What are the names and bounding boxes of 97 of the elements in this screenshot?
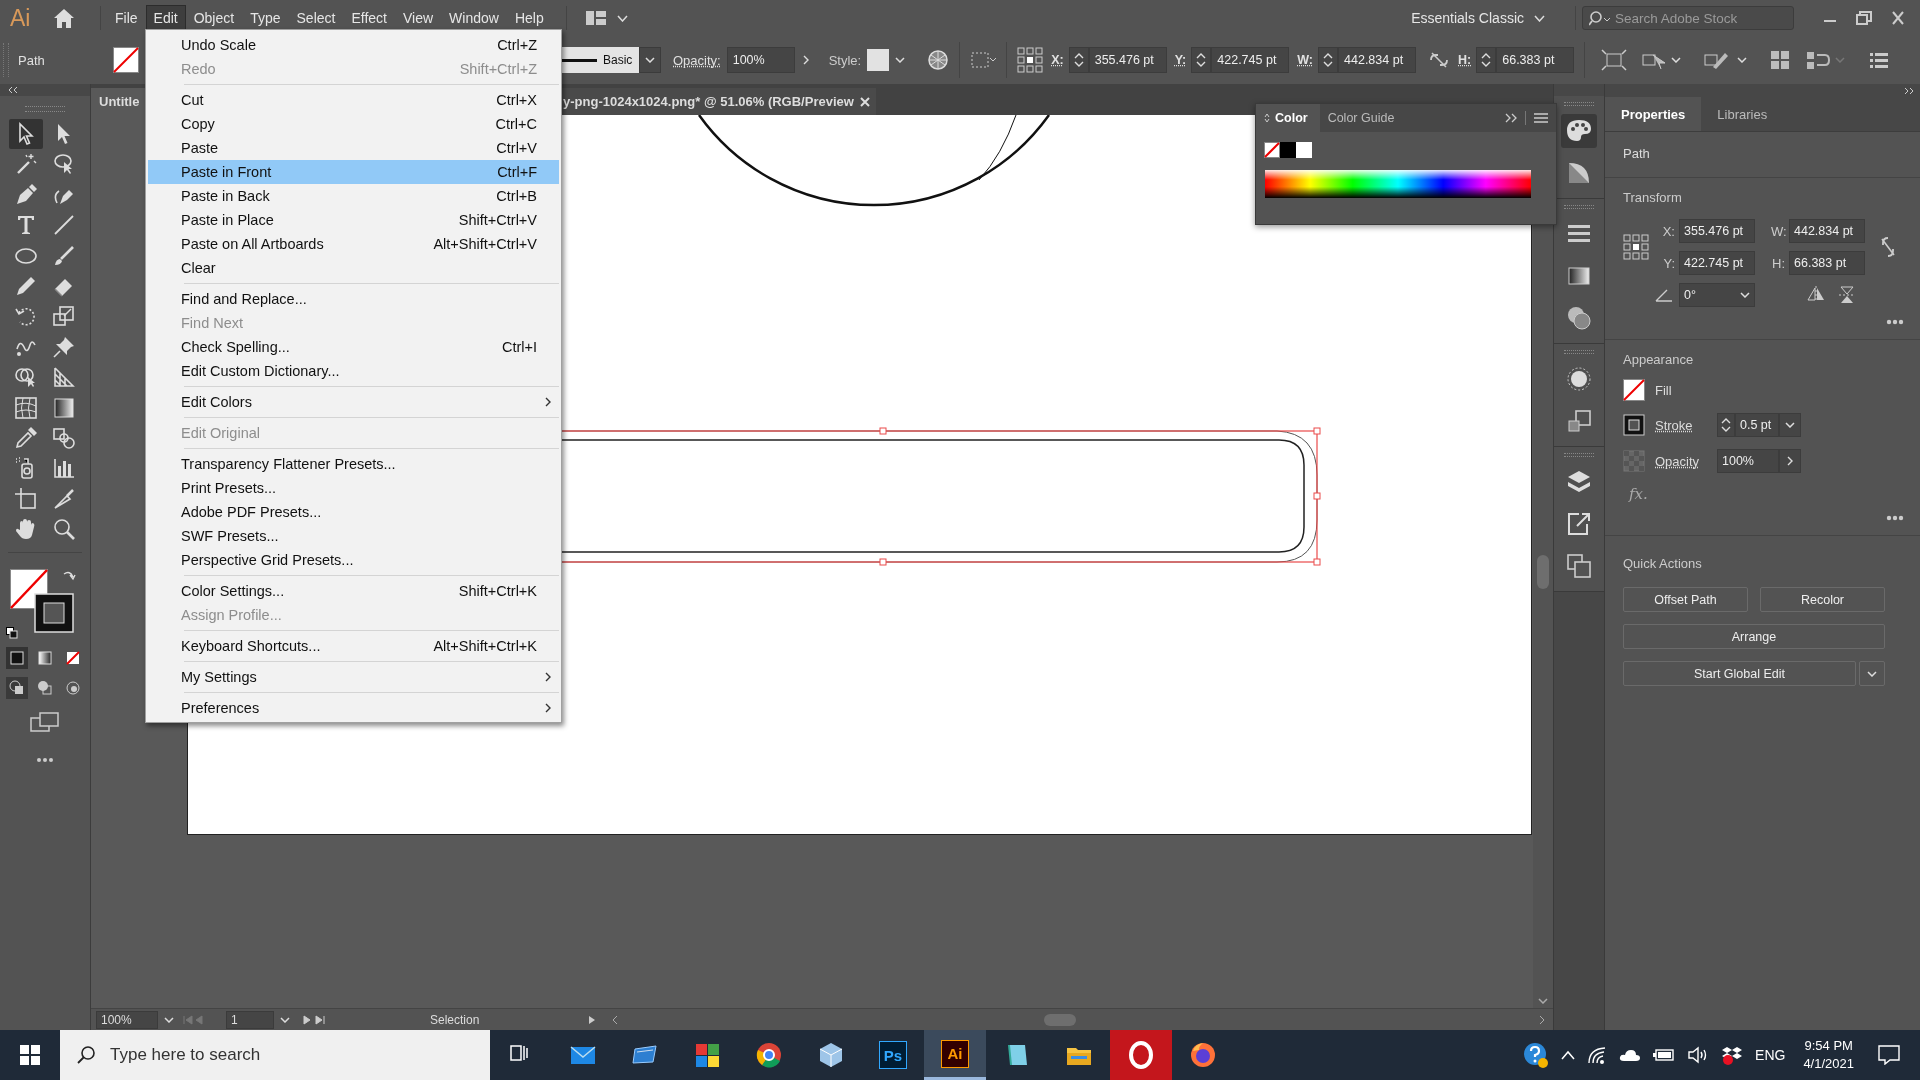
menu-item[interactable]: Paste on All Artboards Alt+Shift+Ctrl+V (148, 232, 559, 256)
shortcut-text: Ctrl+Z (497, 37, 537, 53)
field-label: Y: (1662, 255, 1676, 271)
menu-item[interactable]: My Settings (148, 665, 559, 689)
style-label: Style: (828, 52, 862, 68)
fill-label: Fill (1655, 382, 1672, 398)
menu-item[interactable]: Print Presets... (148, 476, 559, 500)
shortcut-text: Ctrl+B (496, 188, 537, 204)
current-tool-label: Selection (430, 1012, 481, 1027)
taskbar-search-field[interactable]: Type here to search (110, 1045, 470, 1065)
illustrator-logo: Ai (941, 1039, 969, 1068)
menu-item[interactable]: Adobe PDF Presets... (148, 500, 559, 524)
arrange-button[interactable]: Arrange (1623, 624, 1885, 649)
document-tab[interactable]: Untitle (91, 88, 145, 115)
app-logo: Ai (10, 4, 32, 32)
taskbar-app-button[interactable]: Ps (862, 1030, 924, 1080)
dimension-field[interactable]: 422.745 pt (1679, 251, 1755, 275)
menu-item[interactable]: Edit Custom Dictionary... (148, 359, 559, 383)
menu-item[interactable]: Find and Replace... (148, 287, 559, 311)
shortcut-text: Ctrl+X (496, 92, 537, 108)
menu[interactable]: Select (288, 5, 344, 31)
selection-type-label: Path (18, 52, 46, 68)
field-label: W: (1771, 223, 1788, 239)
menu-item[interactable]: Copy Ctrl+C (148, 112, 559, 136)
shortcut-text: Shift+Ctrl+V (458, 212, 537, 228)
menu-item[interactable]: Perspective Grid Presets... (148, 548, 559, 572)
opacity-label[interactable]: Opacity (1655, 453, 1707, 469)
panel-tab[interactable]: Libraries (1701, 97, 1784, 131)
menu[interactable]: Object (185, 5, 243, 31)
shortcut-text: Ctrl+I (501, 339, 537, 355)
panel-tab[interactable]: Color (1256, 104, 1320, 132)
opacity-label[interactable]: Opacity: (673, 52, 721, 68)
shortcut-text: Alt+Shift+Ctrl+K (433, 638, 537, 654)
opacity-field[interactable]: 100% (1717, 449, 1779, 473)
section-heading: Transform (1623, 190, 1683, 205)
shortcut-text: Shift+Ctrl+Z (459, 61, 537, 77)
coordinate-field[interactable]: 355.476 pt (1088, 47, 1167, 73)
taskbar-search-box[interactable]: Type here to search (60, 1030, 490, 1080)
start-global-edit-button[interactable]: Start Global Edit (1623, 661, 1856, 686)
menu-item[interactable]: Edit Colors (148, 390, 559, 414)
menu-item[interactable]: SWF Presets... (148, 524, 559, 548)
field-label: X: (1051, 53, 1064, 67)
menu[interactable]: Type (242, 5, 289, 31)
field-label: H: (1771, 255, 1786, 271)
field-label: Y: (1174, 53, 1187, 67)
menu-item[interactable]: Check Spelling... Ctrl+I (148, 335, 559, 359)
angle-field[interactable]: 0° (1679, 283, 1755, 307)
menu-item[interactable]: Paste Ctrl+V (148, 136, 559, 160)
stroke-label[interactable]: Stroke (1655, 417, 1707, 433)
field-label: H: (1458, 53, 1472, 67)
shortcut-text: Alt+Shift+Ctrl+V (433, 236, 537, 252)
panel-tab[interactable]: Properties (1605, 97, 1702, 131)
menu-item[interactable]: Transparency Flattener Presets... (148, 452, 559, 476)
menu[interactable]: Effect (343, 5, 395, 31)
dimension-field[interactable]: 442.834 pt (1789, 219, 1865, 243)
menu[interactable]: View (395, 5, 442, 31)
menu[interactable]: Window (441, 5, 507, 31)
dimension-field[interactable]: 355.476 pt (1679, 219, 1755, 243)
menu-item[interactable]: Paste in Back Ctrl+B (148, 184, 559, 208)
menu-item[interactable]: Color Settings... Shift+Ctrl+K (148, 579, 559, 603)
menu-item[interactable]: Paste in Place Shift+Ctrl+V (148, 208, 559, 232)
shortcut-text: Ctrl+C (495, 116, 537, 132)
panel-tab[interactable]: Color Guide (1319, 104, 1407, 132)
clock[interactable]: 9:54 PM 4/1/2021 (1803, 1037, 1854, 1073)
language-indicator[interactable]: ENG (1755, 1047, 1786, 1063)
menu[interactable]: Edit (145, 5, 186, 31)
zoom-field[interactable]: 100% (96, 1010, 158, 1029)
menu-item[interactable]: Keyboard Shortcuts... Alt+Shift+Ctrl+K (148, 634, 559, 658)
field-label: W: (1297, 53, 1314, 67)
date-text: 4/1/2021 (1803, 1055, 1854, 1073)
workspace-switcher[interactable]: Essentials Classic (1411, 10, 1524, 26)
stroke-weight-field[interactable]: 0.5 pt (1735, 413, 1779, 437)
menu-item[interactable]: Preferences (148, 696, 559, 720)
field-label: X: (1661, 223, 1676, 239)
stock-search-field[interactable]: Search Adobe Stock (1615, 10, 1785, 26)
stock-search-box[interactable]: Search Adobe Stock (1582, 6, 1794, 30)
menu-item[interactable]: Clear (148, 256, 559, 280)
coordinate-field[interactable]: 422.745 pt (1211, 47, 1290, 73)
coordinate-field[interactable]: 442.834 pt (1338, 47, 1417, 73)
offset-path-button[interactable]: Offset Path (1623, 587, 1748, 612)
object-type-label: Path (1623, 146, 1650, 161)
menu[interactable]: File (107, 5, 146, 31)
shortcut-text: Shift+Ctrl+K (458, 583, 537, 599)
opacity-field[interactable]: 100% (726, 47, 795, 73)
recolor-button[interactable]: Recolor (1760, 587, 1885, 612)
section-heading: Quick Actions (1623, 556, 1703, 571)
coordinate-field[interactable]: 66.383 pt (1496, 47, 1575, 73)
photoshop-logo: Ps (879, 1041, 907, 1069)
time-text: 9:54 PM (1804, 1037, 1853, 1055)
dimension-field[interactable]: 66.383 pt (1789, 251, 1865, 275)
artboard-number-field[interactable]: 1 (226, 1010, 274, 1029)
shortcut-text: Ctrl+V (496, 140, 537, 156)
shortcut-text: Ctrl+F (497, 164, 537, 180)
menu[interactable]: Help (506, 5, 552, 31)
section-heading: Appearance (1623, 352, 1695, 367)
taskbar-app-button[interactable]: Ai (924, 1030, 986, 1080)
menu-item[interactable]: Paste in Front Ctrl+F (148, 160, 559, 184)
